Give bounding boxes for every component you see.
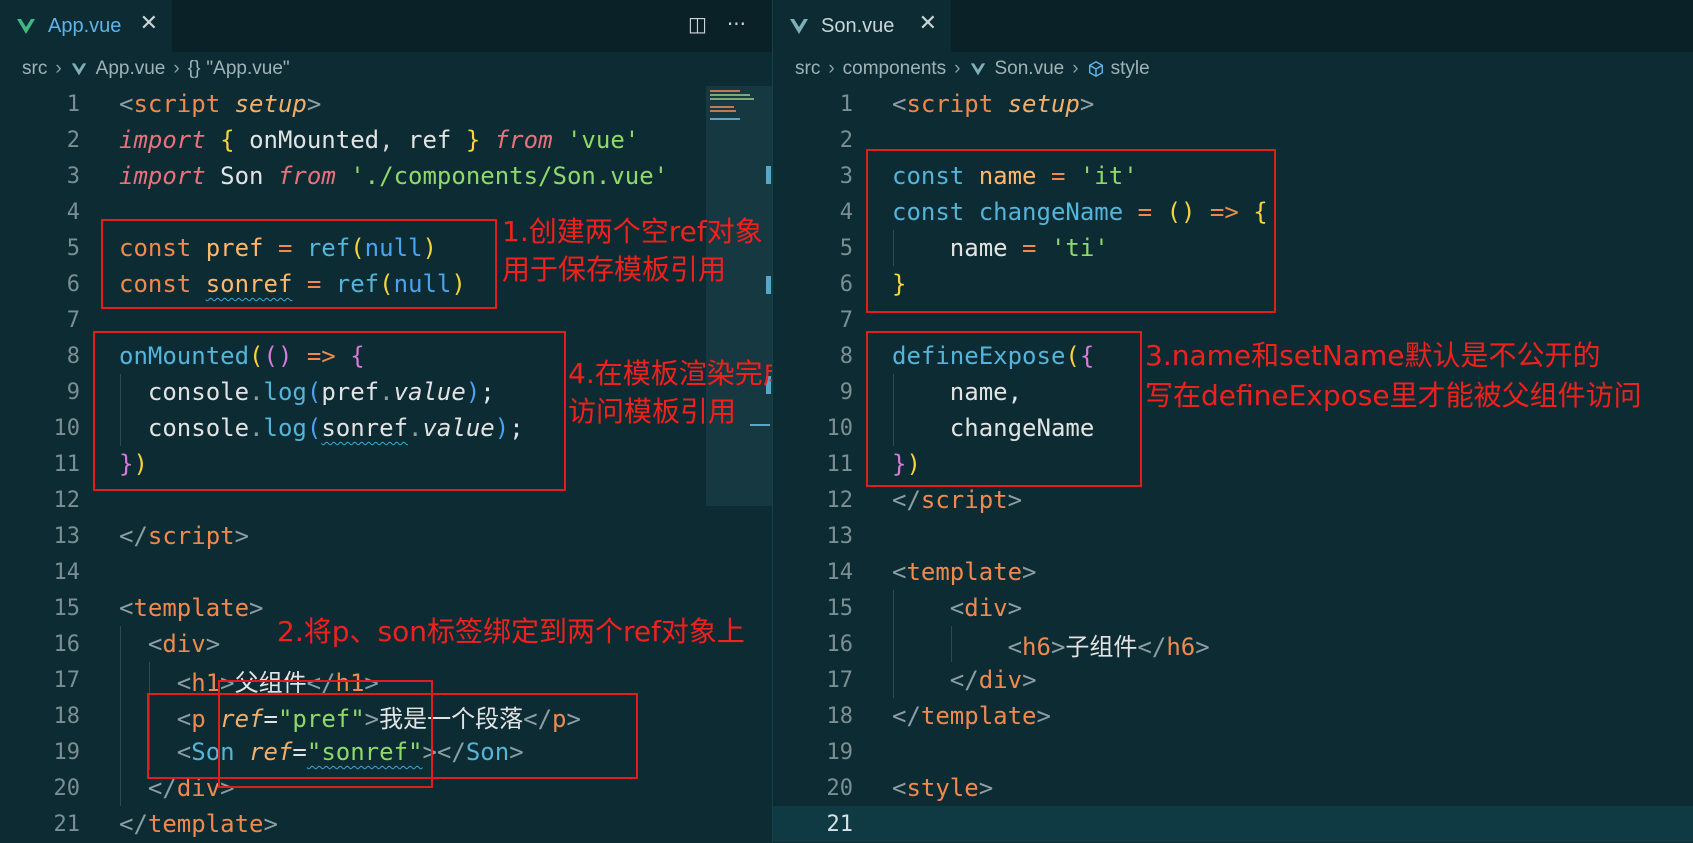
breadcrumb-item[interactable]: src xyxy=(22,58,47,80)
tab-label: Son.vue xyxy=(821,14,895,37)
tab-label: App.vue xyxy=(48,14,122,37)
annotation-4b: 访问模板引用 xyxy=(568,395,737,428)
breadcrumb-item[interactable]: "App.vue" xyxy=(206,58,289,80)
vue-file-icon xyxy=(970,63,985,76)
annotation-box-1 xyxy=(101,219,497,309)
annotation-1: 1.创建两个空ref对象 xyxy=(502,215,763,248)
editor-pane-son: Son.vue ✕ src › components › Son.vue › s… xyxy=(772,0,1693,843)
breadcrumb-item[interactable]: Son.vue xyxy=(995,58,1065,80)
annotation-3b: 写在defineExpose里才能被父组件访问 xyxy=(1145,379,1642,412)
chevron-right-icon: › xyxy=(1072,58,1079,79)
more-actions-icon[interactable]: ··· xyxy=(727,12,746,36)
annotation-2: 2.将p、son标签绑定到两个ref对象上 xyxy=(277,615,745,648)
tab-son-vue[interactable]: Son.vue ✕ xyxy=(773,0,951,52)
annotation-box-3b xyxy=(866,331,1142,487)
current-line-highlight xyxy=(773,806,1693,842)
tab-bar: App.vue ✕ ◫ ··· xyxy=(0,0,772,52)
annotation-box-2b xyxy=(218,680,433,788)
editor-pane-app: App.vue ✕ ◫ ··· src › App.vue › {} "App.… xyxy=(0,0,772,843)
tab-bar: Son.vue ✕ xyxy=(773,0,1693,52)
split-editor-icon[interactable]: ◫ xyxy=(688,12,707,36)
vue-file-icon xyxy=(71,63,86,76)
braces-icon: {} xyxy=(187,58,201,79)
chevron-right-icon: › xyxy=(828,58,835,79)
breadcrumb-item[interactable]: components xyxy=(843,58,947,80)
close-icon[interactable]: ✕ xyxy=(919,11,937,36)
annotation-4: 4.在模板渲染完成后 xyxy=(568,357,772,390)
vue-file-icon xyxy=(790,19,808,34)
annotation-1b: 用于保存模板引用 xyxy=(502,253,727,286)
breadcrumb: src › App.vue › {} "App.vue" xyxy=(0,52,772,86)
chevron-right-icon: › xyxy=(954,58,961,79)
tab-app-vue[interactable]: App.vue ✕ xyxy=(0,0,172,52)
close-icon[interactable]: ✕ xyxy=(140,11,158,36)
annotation-box-4 xyxy=(93,331,566,491)
vue-file-icon xyxy=(17,19,35,34)
breadcrumb-item[interactable]: App.vue xyxy=(96,58,166,80)
line-number: 1 xyxy=(66,91,80,117)
cube-icon xyxy=(1088,60,1103,78)
breadcrumb-item[interactable]: src xyxy=(795,58,820,80)
annotation-box-3a xyxy=(866,149,1276,313)
annotation-3: 3.name和setName默认是不公开的 xyxy=(1145,339,1601,372)
chevron-right-icon: › xyxy=(173,58,180,79)
editor-actions: ◫ ··· xyxy=(688,12,746,36)
minimap[interactable] xyxy=(706,86,772,506)
chevron-right-icon: › xyxy=(55,58,62,79)
breadcrumb: src › components › Son.vue › style xyxy=(773,52,1693,86)
breadcrumb-item[interactable]: style xyxy=(1111,58,1150,80)
